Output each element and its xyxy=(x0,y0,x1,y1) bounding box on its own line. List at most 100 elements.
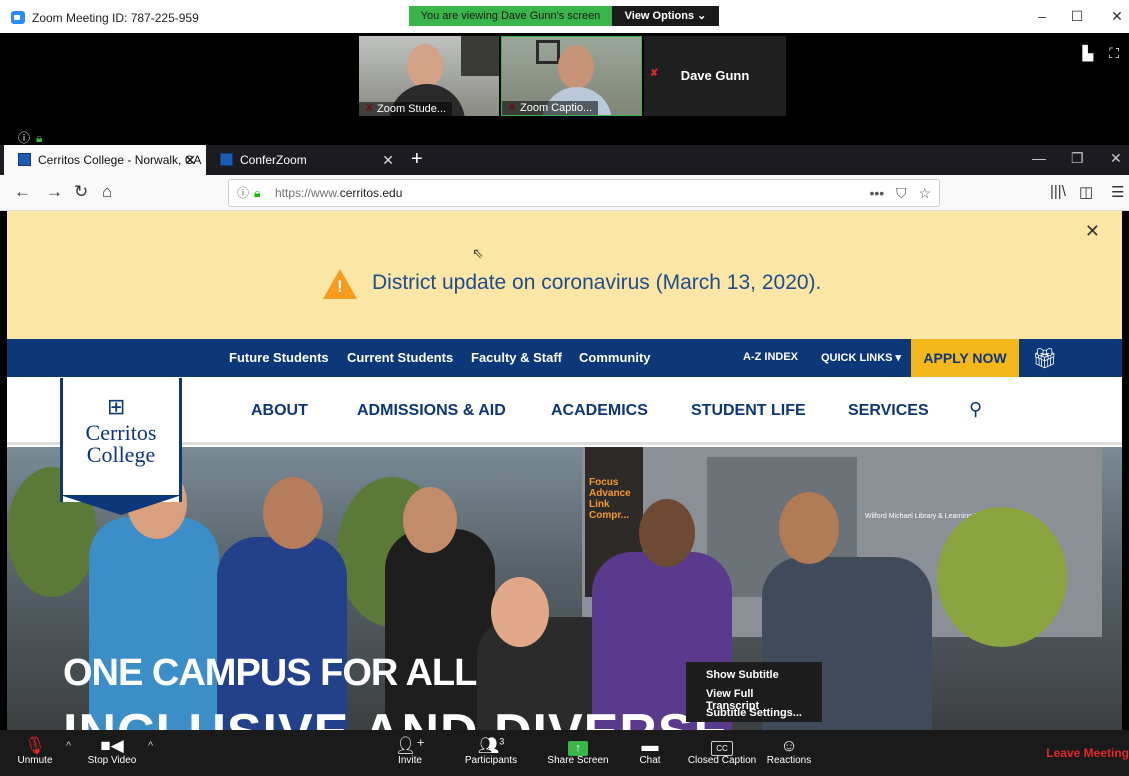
closed-caption-label: Closed Caption xyxy=(687,755,757,766)
show-subtitle-item[interactable]: Show Subtitle xyxy=(686,667,822,686)
tab-label: Cerritos College - Norwalk, CA xyxy=(38,153,202,167)
maximize-button[interactable]: ☐ xyxy=(1067,8,1087,25)
site-info-icon[interactable]: ⓘ xyxy=(237,180,249,206)
gift-icon[interactable]: 🎁︎ xyxy=(1032,346,1057,371)
student-figure xyxy=(89,517,219,730)
closed-caption-button[interactable]: CC Closed Caption xyxy=(686,730,758,776)
cerritos-logo[interactable]: ⊞ Cerritos College xyxy=(60,378,182,515)
reload-icon[interactable]: ↻ xyxy=(74,182,88,202)
video-camera-icon: ■◀ xyxy=(100,736,124,755)
logo-name: Cerritos College xyxy=(63,422,179,466)
page-actions: ••• ⛉ ☆ xyxy=(869,180,931,206)
address-bar[interactable]: ⓘ 🔒︎ https://www.cerritos.edu ••• ⛉ ☆ xyxy=(228,179,940,207)
nav-about[interactable]: ABOUT xyxy=(251,402,308,420)
nav-current-students[interactable]: Current Students xyxy=(347,350,453,365)
browser-minimize-icon[interactable]: — xyxy=(1032,150,1046,166)
forward-icon[interactable]: → xyxy=(46,182,63,202)
browser-restore-icon[interactable]: ❐ xyxy=(1071,150,1084,167)
stop-video-button[interactable]: ■◀ Stop Video xyxy=(82,730,142,776)
participant-tile[interactable]: ✘ Zoom Captio... xyxy=(501,36,642,116)
chat-label: Chat xyxy=(639,755,661,766)
layout-icon[interactable]: ▙ xyxy=(1083,45,1094,61)
page-actions-icon[interactable]: ••• xyxy=(869,185,884,201)
url-domain: cerritos.edu xyxy=(339,186,403,200)
sidebar-icon[interactable]: ◫ xyxy=(1079,183,1093,201)
caption-menu: Show Subtitle View Full Transcript Subti… xyxy=(686,662,822,722)
minimize-button[interactable]: – xyxy=(1032,8,1052,24)
participant-tile[interactable]: ✘ Zoom Stude... xyxy=(359,36,499,116)
participant-count: 3 xyxy=(499,736,505,747)
utility-nav: Future Students Current Students Faculty… xyxy=(7,339,1122,377)
alert-banner: ✕ ⇖ District update on coronavirus (Marc… xyxy=(7,211,1122,339)
unmute-button[interactable]: 🎙︎ Unmute xyxy=(10,730,60,776)
nav-faculty-staff[interactable]: Faculty & Staff xyxy=(471,350,562,365)
nav-academics[interactable]: ACADEMICS xyxy=(551,402,648,420)
search-icon[interactable]: ⚲ xyxy=(969,399,982,420)
zoom-toolbar: 🎙︎ Unmute ^ ■◀ Stop Video ^ 👤︎⁺ Invite 👥… xyxy=(0,730,1129,776)
share-screen-button[interactable]: ↑ Share Screen xyxy=(546,730,610,776)
view-options-button[interactable]: View Options ⌄ xyxy=(612,6,719,26)
hero-subheadline: INCLUSIVE AND DIVERSE xyxy=(63,703,729,730)
stop-video-label: Stop Video xyxy=(87,755,137,766)
fullscreen-icon[interactable]: ⛶ xyxy=(1109,45,1119,61)
close-alert-icon[interactable]: ✕ xyxy=(1085,221,1100,242)
share-screen-label: Share Screen xyxy=(547,755,609,766)
participant-background xyxy=(536,40,560,64)
chat-bubble-icon: ▬ xyxy=(641,736,659,755)
reactions-button[interactable]: ☺ Reactions xyxy=(765,730,813,776)
warning-icon xyxy=(323,269,357,299)
leave-meeting-button[interactable]: Leave Meeting xyxy=(1046,746,1129,760)
pocket-icon[interactable]: ⛉ xyxy=(896,185,907,201)
close-tab-icon[interactable]: ✕ xyxy=(184,145,196,175)
invite-label: Invite xyxy=(398,755,422,766)
tree xyxy=(937,507,1067,647)
viewing-screen-banner: You are viewing Dave Gunn's screen xyxy=(409,6,612,26)
logo-name-line2: College xyxy=(86,442,156,467)
cerritos-favicon-icon xyxy=(18,153,31,166)
meeting-info: ⓘ 🔒︎ xyxy=(18,129,42,146)
encryption-lock-icon[interactable]: 🔒︎ xyxy=(36,131,42,145)
browser-close-icon[interactable]: ✕ xyxy=(1110,150,1122,167)
tab-label: ConferZoom xyxy=(240,153,307,167)
info-icon[interactable]: ⓘ xyxy=(18,131,30,145)
tab-cerritos[interactable]: Cerritos College - Norwalk, CA ✕ xyxy=(4,145,206,175)
nav-community[interactable]: Community xyxy=(579,350,651,365)
participants-label: Participants xyxy=(464,755,518,766)
participants-button[interactable]: 👥︎3 Participants xyxy=(458,730,524,776)
audio-options-chevron-icon[interactable]: ^ xyxy=(66,740,71,752)
az-index-link[interactable]: A-Z INDEX xyxy=(743,351,798,363)
close-tab-icon[interactable]: ✕ xyxy=(382,145,394,175)
zoom-window-title: Zoom Meeting ID: 787-225-959 xyxy=(32,11,199,25)
library-icon[interactable]: |||\ xyxy=(1050,183,1066,200)
nav-admissions[interactable]: ADMISSIONS & AID xyxy=(357,402,506,420)
nav-student-life[interactable]: STUDENT LIFE xyxy=(691,402,806,420)
url-prefix: https://www. xyxy=(275,186,340,200)
participant-background xyxy=(461,36,499,76)
close-button[interactable]: ✕ xyxy=(1107,8,1127,25)
web-page: ✕ ⇖ District update on coronavirus (Marc… xyxy=(7,211,1122,730)
chat-button[interactable]: ▬ Chat xyxy=(633,730,667,776)
subtitle-settings-item[interactable]: Subtitle Settings... xyxy=(686,705,822,724)
apply-now-button[interactable]: APPLY NOW xyxy=(911,339,1019,377)
nav-future-students[interactable]: Future Students xyxy=(229,350,329,365)
muted-mic-icon: 🎙︎ xyxy=(24,736,46,755)
participant-face xyxy=(407,44,443,88)
url-text[interactable]: https://www.cerritos.edu xyxy=(275,180,402,206)
secure-lock-icon: 🔒︎ xyxy=(254,186,261,200)
bookmark-star-icon[interactable]: ☆ xyxy=(918,185,931,201)
nav-services[interactable]: SERVICES xyxy=(848,402,929,420)
new-tab-icon[interactable]: + xyxy=(411,148,423,171)
back-icon[interactable]: ← xyxy=(14,182,31,202)
participants-icon: 👥︎3 xyxy=(477,736,505,755)
tab-conferzoom[interactable]: ConferZoom ✕ xyxy=(206,145,404,175)
view-transcript-item[interactable]: View Full Transcript xyxy=(686,686,822,712)
invite-button[interactable]: 👤︎⁺ Invite xyxy=(389,730,431,776)
menu-icon[interactable]: ☰ xyxy=(1111,183,1124,201)
participant-name: Zoom Stude... xyxy=(359,102,453,116)
participant-tile[interactable]: Dave Gunn ✘ xyxy=(644,36,786,116)
browser-tabbar: Cerritos College - Norwalk, CA ✕ ConferZ… xyxy=(0,145,1129,175)
video-options-chevron-icon[interactable]: ^ xyxy=(148,740,153,752)
home-icon[interactable]: ⌂ xyxy=(102,182,112,202)
alert-link[interactable]: District update on coronavirus (March 13… xyxy=(372,271,821,295)
quick-links-dropdown[interactable]: QUICK LINKS ▾ xyxy=(821,351,901,364)
